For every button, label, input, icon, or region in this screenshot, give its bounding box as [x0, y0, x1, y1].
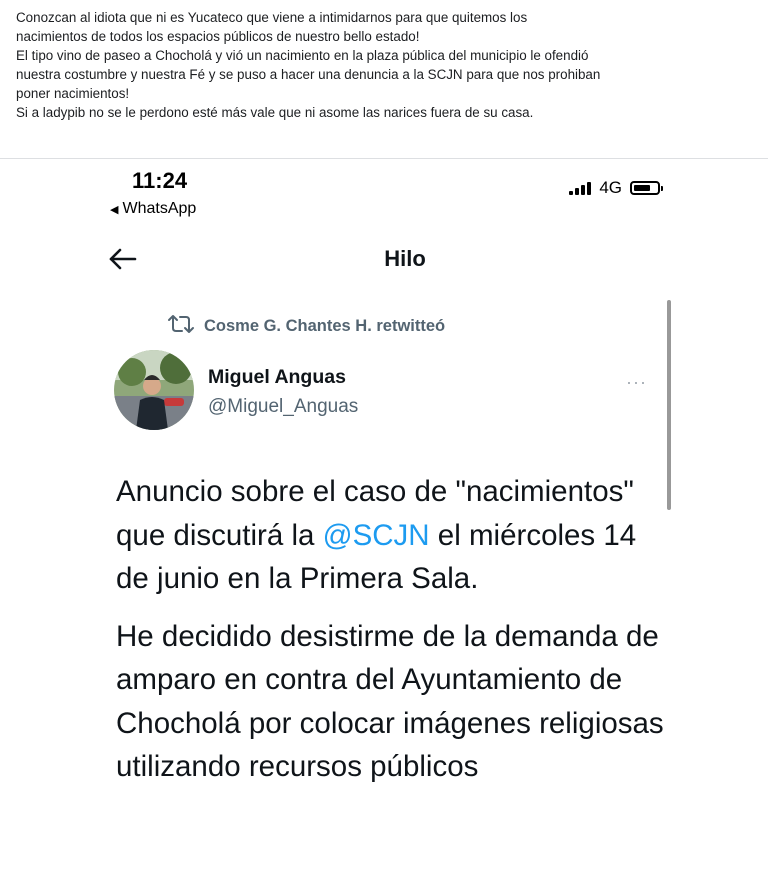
- battery-icon: [630, 181, 663, 195]
- retweeted-by-label[interactable]: Cosme G. Chantes H. retwitteó: [204, 317, 445, 336]
- caption-line: El tipo vino de paseo a Chocholá y vió u…: [16, 48, 589, 63]
- mention-link[interactable]: @SCJN: [323, 519, 430, 552]
- back-to-app-link[interactable]: ◀ WhatsApp: [110, 200, 196, 218]
- page-title: Hilo: [384, 246, 426, 271]
- tweet-text: Anuncio sobre el caso de "nacimientos" q…: [116, 470, 676, 803]
- network-type: 4G: [599, 178, 622, 197]
- retweet-indicator: Cosme G. Chantes H. retwitteó: [166, 314, 445, 339]
- status-indicators: 4G: [569, 178, 663, 198]
- retweet-icon: [166, 314, 196, 339]
- more-options-icon[interactable]: ···: [626, 372, 647, 393]
- author-name[interactable]: Miguel Anguas: [208, 366, 346, 389]
- phone-screenshot: 11:24 ◀ WhatsApp 4G Hilo Cosme G. Chante…: [100, 160, 710, 883]
- status-time: 11:24: [132, 168, 188, 193]
- tweet-paragraph: He decidido desistirme de la demanda de …: [116, 619, 664, 784]
- caption-line: Si a ladypib no se le perdono esté más v…: [16, 105, 534, 120]
- caption-line: Conozcan al idiota que ni es Yucateco qu…: [16, 10, 528, 25]
- divider: [0, 158, 768, 159]
- caption-line: nuestra costumbre y nuestra Fé y se puso…: [16, 67, 601, 82]
- author-handle[interactable]: @Miguel_Anguas: [208, 396, 358, 418]
- caption-line: poner nacimientos!: [16, 86, 130, 101]
- back-app-label: WhatsApp: [122, 200, 197, 217]
- caption-line: nacimientos de todos los espacios públic…: [16, 29, 420, 44]
- signal-icon: [569, 181, 592, 195]
- avatar[interactable]: [114, 350, 194, 430]
- tweet-paragraph: Anuncio sobre el caso de "nacimientos" q…: [116, 470, 676, 601]
- back-triangle-icon: ◀: [110, 203, 119, 216]
- post-caption: Conozcan al idiota que ni es Yucateco qu…: [16, 8, 756, 122]
